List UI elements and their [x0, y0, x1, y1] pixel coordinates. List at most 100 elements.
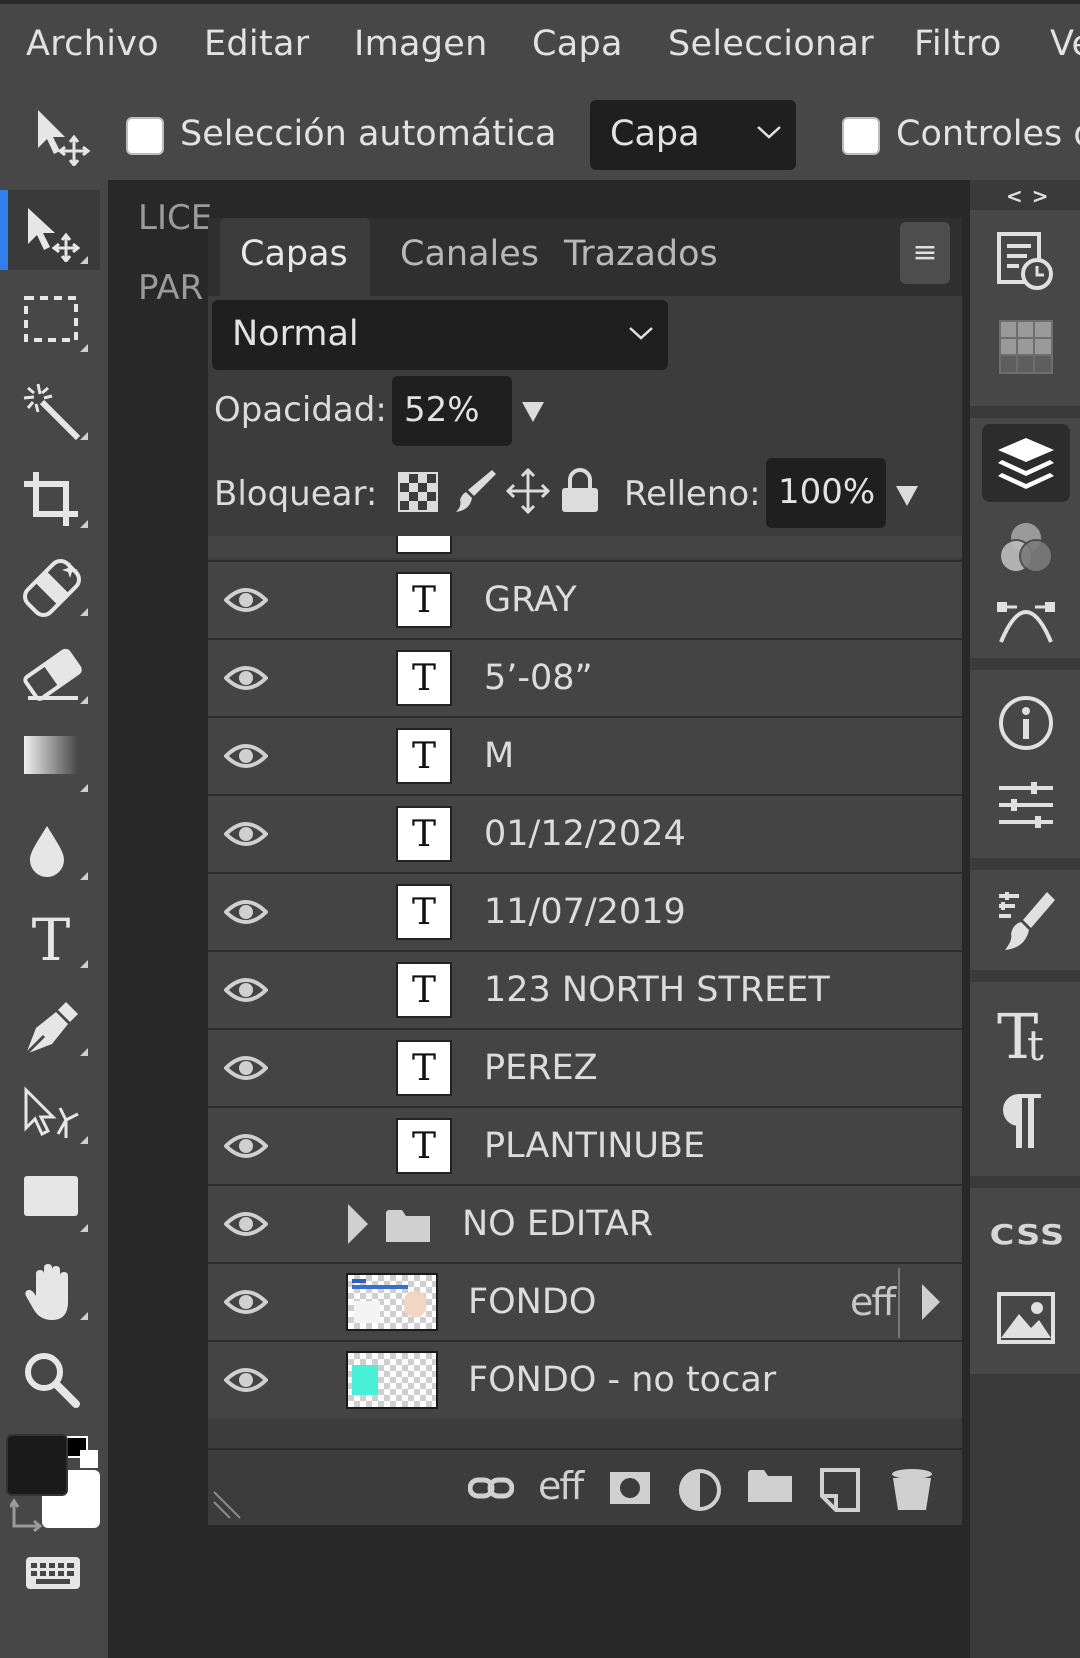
info-icon[interactable]: [997, 694, 1055, 752]
rectangle-tool[interactable]: [0, 1158, 100, 1238]
menu-capa[interactable]: Capa: [532, 24, 623, 64]
layer-row[interactable]: FONDO - no tocar: [208, 1340, 962, 1418]
tool-more-indicator: [80, 784, 88, 792]
crop-tool[interactable]: [0, 454, 100, 534]
opacity-input[interactable]: 52%: [392, 376, 512, 446]
svg-text:T: T: [32, 910, 71, 968]
layer-row[interactable]: FONDO eff: [208, 1262, 962, 1340]
move-tool-icon: [28, 208, 81, 262]
image-picture-icon[interactable]: [997, 1292, 1055, 1344]
lock-pixels-brush-icon[interactable]: [454, 468, 496, 514]
link-layers-icon[interactable]: [468, 1468, 514, 1508]
expand-group-triangle-icon[interactable]: [346, 1202, 370, 1246]
properties-sliders-icon[interactable]: [997, 780, 1055, 830]
layer-row[interactable]: T 01/12/2024: [208, 794, 962, 872]
type-tool[interactable]: T: [0, 894, 100, 974]
eraser-tool[interactable]: [0, 630, 100, 710]
magic-wand-tool[interactable]: [0, 366, 100, 446]
new-group-folder-icon[interactable]: [748, 1468, 792, 1504]
foreground-color-swatch[interactable]: [6, 1434, 68, 1496]
tab-capas[interactable]: Capas: [220, 218, 370, 296]
channels-circles-icon[interactable]: [997, 518, 1055, 576]
transform-controls-checkbox[interactable]: [842, 117, 880, 155]
auto-select-checkbox[interactable]: [126, 117, 164, 155]
paragraph-pilcrow-icon[interactable]: [997, 1092, 1047, 1152]
eye-icon[interactable]: [224, 1050, 268, 1086]
layer-row[interactable]: T PLANTINUBE: [208, 1106, 962, 1184]
layers-footer-toolbar: eff: [208, 1448, 962, 1525]
menu-filtro[interactable]: Filtro: [914, 24, 1002, 64]
swap-colors-icon[interactable]: [10, 1498, 46, 1534]
character-type-icon[interactable]: T t: [997, 1002, 1057, 1064]
tab-trazados[interactable]: Trazados: [540, 218, 720, 296]
menu-archivo[interactable]: Archivo: [26, 24, 159, 64]
lock-all-padlock-icon[interactable]: [560, 468, 600, 514]
eye-icon[interactable]: [224, 582, 268, 618]
eye-icon[interactable]: [224, 660, 268, 696]
menu-editar[interactable]: Editar: [204, 24, 309, 64]
zoom-tool[interactable]: [0, 1334, 100, 1414]
eye-icon[interactable]: [224, 1362, 268, 1398]
menu-imagen[interactable]: Imagen: [354, 24, 488, 64]
panel-resize-handle-icon[interactable]: [212, 1490, 242, 1520]
eye-icon[interactable]: [224, 1128, 268, 1164]
layer-mask-icon[interactable]: [608, 1468, 652, 1508]
layer-effects-indicator[interactable]: eff: [850, 1280, 896, 1324]
hand-tool[interactable]: [0, 1246, 100, 1326]
auto-select-label: Selección automática: [180, 114, 557, 154]
layer-row[interactable]: T M: [208, 716, 962, 794]
menu-ver[interactable]: Ve: [1050, 24, 1080, 64]
lock-label: Bloquear:: [214, 474, 378, 514]
layer-row[interactable]: T 5’-08”: [208, 638, 962, 716]
blend-mode-dropdown[interactable]: Normal: [212, 300, 668, 370]
svg-text:t: t: [1027, 1021, 1044, 1064]
new-layer-icon[interactable]: [818, 1468, 862, 1512]
move-tool[interactable]: [0, 190, 100, 270]
css-panel-button[interactable]: CSS: [990, 1218, 1066, 1251]
marquee-tool[interactable]: [0, 278, 100, 358]
eye-icon[interactable]: [224, 972, 268, 1008]
healing-brush-tool[interactable]: [0, 542, 100, 622]
path-selection-tool[interactable]: [0, 1070, 100, 1150]
blur-tool[interactable]: [0, 806, 100, 886]
tool-more-indicator: [80, 344, 88, 352]
keyboard-icon[interactable]: [24, 1555, 82, 1591]
layer-row[interactable]: T 123 NORTH STREET: [208, 950, 962, 1028]
layer-name: 5’-08”: [484, 658, 593, 698]
eye-icon[interactable]: [224, 738, 268, 774]
trash-delete-layer-icon[interactable]: [890, 1468, 934, 1512]
expand-effects-triangle-icon[interactable]: [920, 1282, 942, 1322]
brush-settings-icon[interactable]: [997, 890, 1057, 952]
lock-transparency-icon[interactable]: [398, 472, 438, 512]
auto-select-target-value: Capa: [610, 114, 700, 154]
eye-icon[interactable]: [224, 1284, 268, 1320]
eye-icon[interactable]: [224, 1206, 268, 1242]
paths-curve-icon[interactable]: [997, 596, 1055, 646]
opacity-slider-toggle[interactable]: [522, 402, 544, 422]
history-icon[interactable]: [997, 232, 1055, 290]
eye-icon[interactable]: [224, 816, 268, 852]
layer-row[interactable]: T PEREZ: [208, 1028, 962, 1106]
menu-seleccionar[interactable]: Seleccionar: [668, 24, 874, 64]
eye-icon[interactable]: [224, 894, 268, 930]
panel-menu-button[interactable]: ≡: [900, 222, 950, 284]
panel-tabs: Capas Canales Trazados ≡: [208, 218, 962, 296]
layer-effects-button[interactable]: eff: [538, 1464, 584, 1508]
pen-tool[interactable]: [0, 982, 100, 1062]
lock-position-move-icon[interactable]: [506, 468, 550, 514]
layers-panel-button[interactable]: [982, 424, 1070, 502]
fill-input[interactable]: 100%: [766, 458, 886, 528]
tool-more-indicator: [80, 1136, 88, 1144]
auto-select-target-dropdown[interactable]: Capa: [590, 100, 796, 170]
layer-group-row[interactable]: NO EDITAR: [208, 1184, 962, 1262]
fill-slider-toggle[interactable]: [896, 486, 918, 506]
layer-row[interactable]: T 11/07/2019: [208, 872, 962, 950]
tab-canales[interactable]: Canales: [370, 218, 540, 296]
collapse-dock-toggle[interactable]: < >: [1006, 184, 1049, 208]
gradient-tool[interactable]: [0, 718, 100, 798]
adjustment-layer-icon[interactable]: [678, 1468, 722, 1512]
layer-row[interactable]: T GRAY: [208, 560, 962, 638]
drop-icon: [30, 826, 64, 877]
swatches-grid-icon[interactable]: [997, 318, 1055, 376]
layer-row-partial: [208, 536, 962, 558]
